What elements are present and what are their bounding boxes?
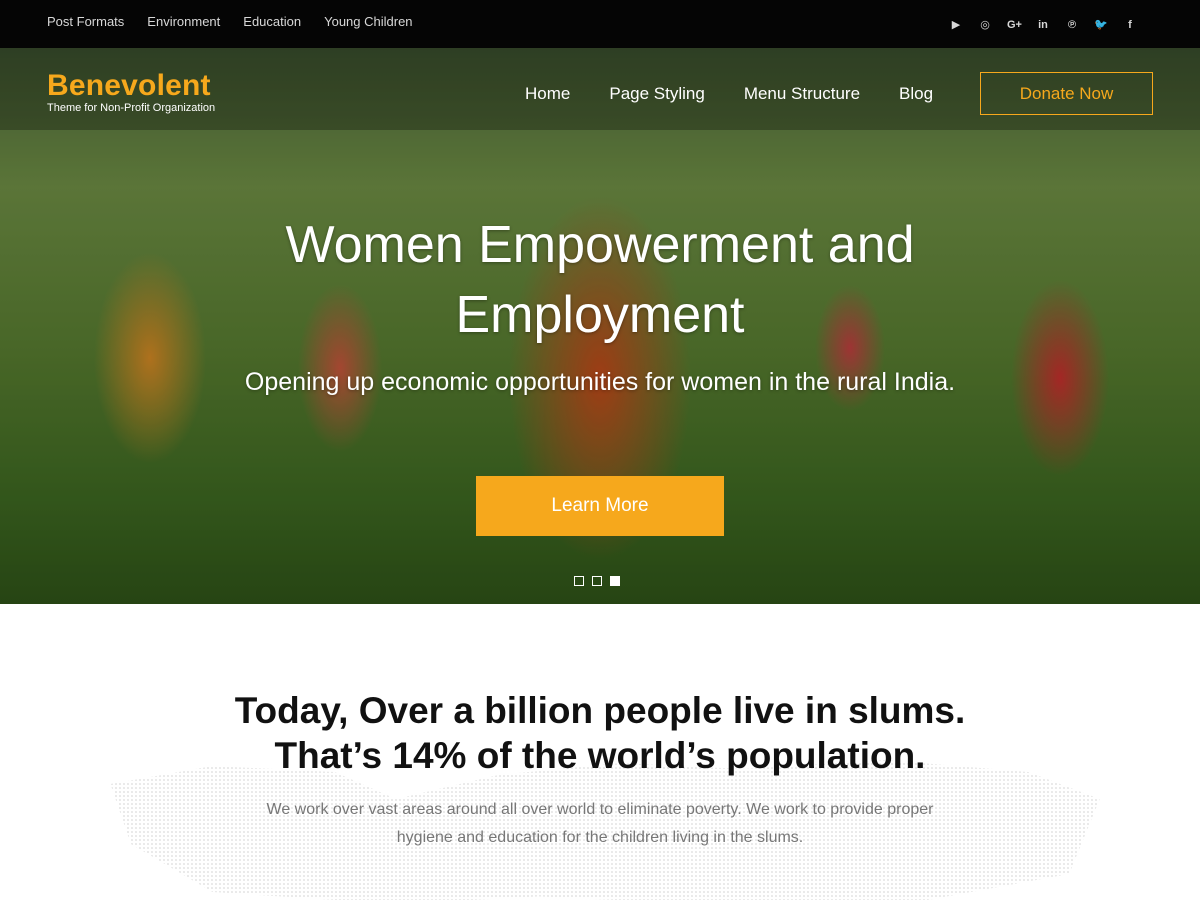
main-nav: Home Page Styling Menu Structure Blog	[525, 84, 933, 104]
intro-section: Today, Over a billion people live in slu…	[0, 604, 1200, 900]
nav-item-page-styling[interactable]: Page Styling	[609, 84, 704, 104]
intro-body: We work over vast areas around all over …	[200, 796, 1000, 852]
intro-body-line1: We work over vast areas around all over …	[266, 801, 934, 818]
slider-dots	[574, 576, 620, 586]
intro-heading-line2: That’s 14% of the world’s population.	[274, 735, 926, 776]
pinterest-icon[interactable]: ℗	[1065, 18, 1079, 32]
donate-button[interactable]: Donate Now	[980, 72, 1153, 115]
slider-dot-1[interactable]	[574, 576, 584, 586]
slide-subtitle: Opening up economic opportunities for wo…	[244, 368, 956, 396]
nav-item-blog[interactable]: Blog	[899, 84, 933, 104]
slide-title: Women Empowerment and Employment	[150, 210, 1050, 350]
youtube-icon[interactable]: ▶	[949, 18, 963, 32]
intro-heading-line1: Today, Over a billion people live in slu…	[234, 690, 966, 731]
facebook-icon[interactable]: f	[1123, 18, 1137, 32]
top-link-education[interactable]: Education	[243, 14, 301, 29]
logo-name: Benevolent	[47, 69, 211, 102]
site-header: Benevolent Theme for Non-Profit Organiza…	[0, 48, 1200, 130]
top-bar: Post Formats Environment Education Young…	[0, 0, 1200, 48]
top-link-environment[interactable]: Environment	[147, 14, 220, 29]
site-logo[interactable]: Benevolent Theme for Non-Profit Organiza…	[47, 70, 215, 115]
intro-body-line2: hygiene and education for the children l…	[396, 829, 804, 846]
slider-dot-2[interactable]	[592, 576, 602, 586]
twitter-icon[interactable]: 🐦	[1094, 18, 1108, 32]
slide-title-line2: Employment	[455, 286, 745, 344]
intro-heading: Today, Over a billion people live in slu…	[150, 688, 1050, 778]
google-plus-icon[interactable]: G+	[1007, 18, 1022, 32]
nav-item-menu-structure[interactable]: Menu Structure	[744, 84, 860, 104]
instagram-icon[interactable]: ◎	[978, 18, 992, 32]
linkedin-icon[interactable]: in	[1036, 18, 1050, 32]
logo-tagline: Theme for Non-Profit Organization	[47, 102, 216, 114]
top-link-young-children[interactable]: Young Children	[324, 14, 412, 29]
social-links: ▶ ◎ G+ in ℗ 🐦 f	[949, 18, 1137, 32]
nav-item-home[interactable]: Home	[525, 84, 570, 104]
slide-title-line1: Women Empowerment and	[285, 216, 915, 274]
learn-more-button[interactable]: Learn More	[476, 476, 724, 536]
slider-dot-3[interactable]	[610, 576, 620, 586]
top-links: Post Formats Environment Education Young…	[47, 14, 413, 29]
top-link-post-formats[interactable]: Post Formats	[47, 14, 124, 29]
